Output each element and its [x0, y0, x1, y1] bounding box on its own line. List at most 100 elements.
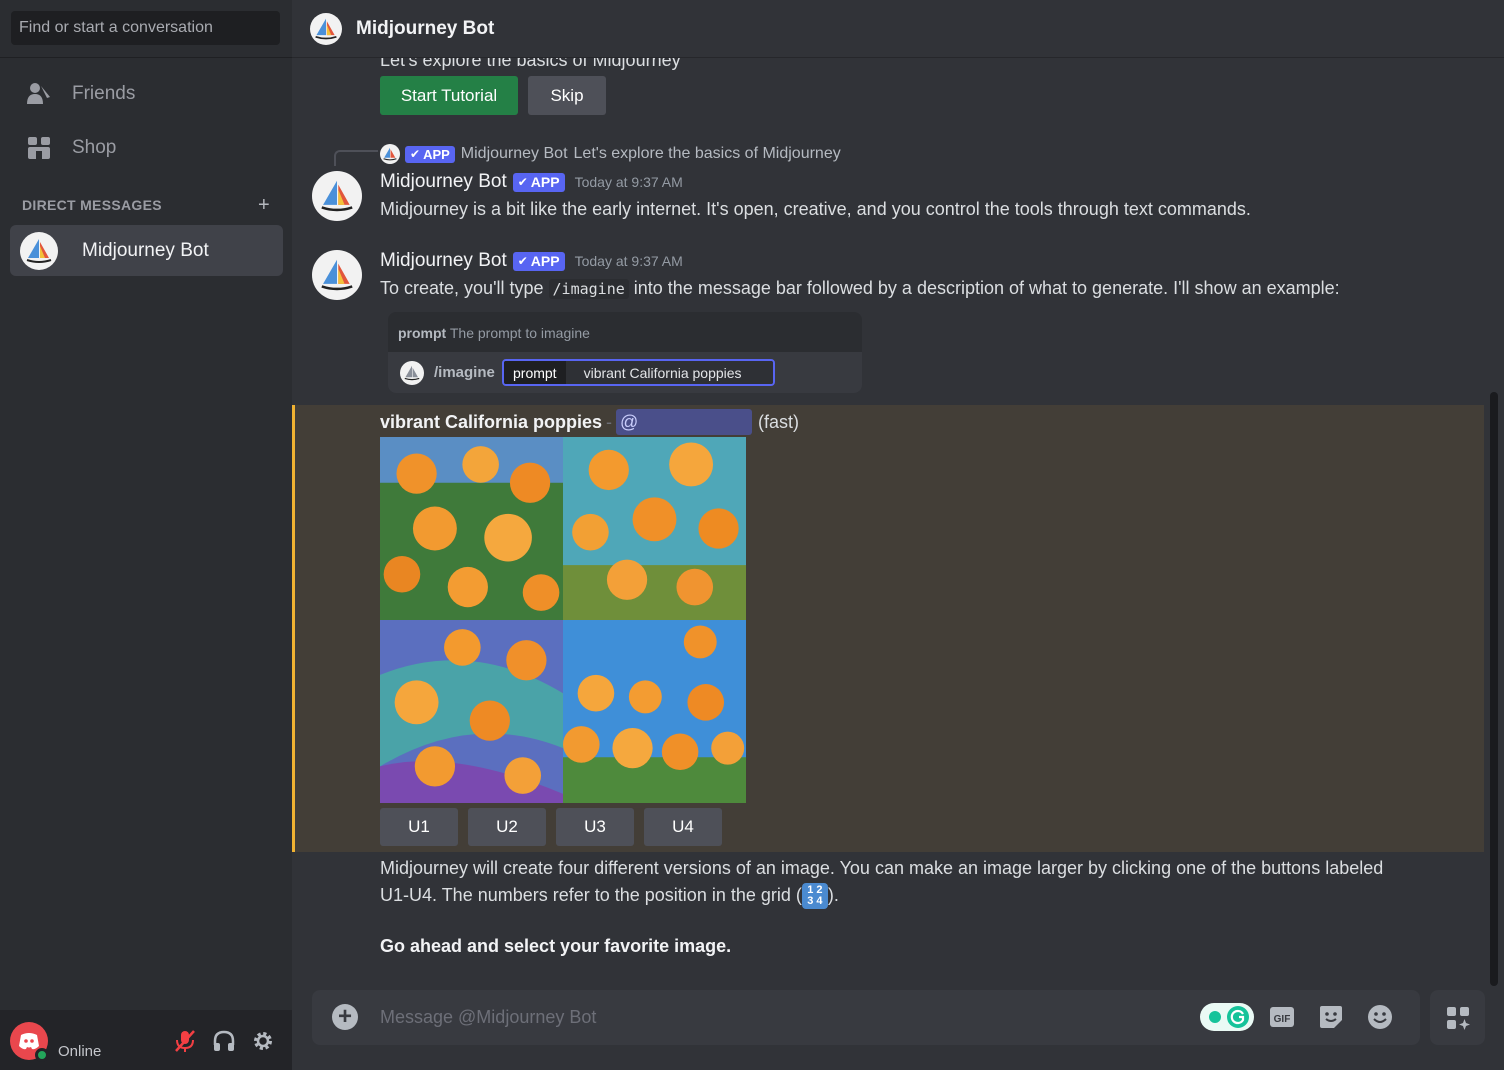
message-text-part: into the message bar followed by a descr…: [628, 278, 1340, 298]
message-text: Midjourney will create four different ve…: [380, 855, 1430, 910]
friends-icon: [24, 79, 54, 109]
reply-reference[interactable]: ✔ APP Midjourney Bot Let's explore the ba…: [380, 144, 841, 164]
start-tutorial-button[interactable]: Start Tutorial: [380, 76, 518, 115]
grammarly-button[interactable]: [1200, 1002, 1254, 1032]
emoji-icon: [1368, 1005, 1392, 1029]
dm-header: DIRECT MESSAGES +: [22, 194, 270, 217]
reply-text: Let's explore the basics of Midjourney: [573, 145, 841, 162]
separator: -: [606, 411, 613, 432]
nav-item-friends[interactable]: Friends: [10, 71, 282, 117]
apps-icon: [1446, 1006, 1470, 1030]
timestamp: Today at 9:37 AM: [574, 253, 683, 269]
grid-emoji: 1 23 4: [801, 883, 828, 910]
grid-emoji-bottom: 3 4: [807, 895, 823, 908]
message-header: Midjourney Bot ✔ APP Today at 9:37 AM: [380, 171, 683, 193]
sidebar: Find or start a conversation Friends Sho…: [0, 0, 292, 1070]
app-badge: ✔ APP: [512, 172, 565, 192]
upscale-button-u2[interactable]: U2: [468, 808, 546, 846]
skip-button[interactable]: Skip: [528, 76, 606, 115]
app-badge-label: APP: [530, 253, 560, 269]
sticker-icon: [1320, 1006, 1342, 1028]
page-title: Midjourney Bot: [356, 17, 495, 39]
gear-icon: [254, 1032, 272, 1050]
nav-item-label: Friends: [72, 83, 136, 104]
add-icon[interactable]: +: [332, 1004, 358, 1030]
message-list: Let's explore the basics of Midjourney S…: [292, 58, 1504, 983]
image-1[interactable]: [380, 437, 563, 620]
param-value: vibrant California poppies: [565, 361, 773, 384]
hint-key: prompt: [398, 325, 447, 341]
sailboat-icon: [404, 365, 420, 381]
avatar: [400, 361, 424, 385]
sticker-button[interactable]: [1316, 1002, 1346, 1032]
inline-code: /imagine: [548, 279, 629, 299]
message-text-part: Midjourney will create four different ve…: [380, 858, 1384, 878]
scrollbar[interactable]: [1490, 392, 1498, 986]
reply-author: Midjourney Bot: [460, 145, 568, 162]
prompt-text: vibrant California poppies: [380, 411, 603, 432]
gif-button[interactable]: GIF: [1267, 1002, 1297, 1032]
apps-button[interactable]: [1430, 990, 1485, 1045]
message-author[interactable]: Midjourney Bot: [380, 250, 507, 272]
image-2[interactable]: [563, 437, 746, 620]
dm-header-label: DIRECT MESSAGES: [22, 197, 162, 213]
avatar: [20, 231, 58, 270]
hint-text: The prompt to imagine: [449, 325, 590, 341]
gif-icon: GIF: [1270, 1007, 1294, 1027]
command-example: prompt The prompt to imagine /imagine pr…: [388, 312, 862, 393]
dm-item-midjourney-bot[interactable]: Midjourney Bot: [10, 225, 283, 276]
shop-icon: [24, 133, 54, 163]
app-badge: ✔ APP: [405, 145, 455, 163]
reply-connector: [334, 150, 378, 166]
message-text-part: U1-U4. The numbers refer to the position…: [380, 885, 802, 905]
user-mention[interactable]: @: [616, 409, 753, 435]
user-panel: Online: [0, 1010, 292, 1070]
message-header: Midjourney Bot ✔ APP Today at 9:37 AM: [380, 250, 683, 272]
sailboat-icon: [383, 147, 397, 161]
headphones-icon: [213, 1030, 235, 1051]
image-4[interactable]: [563, 620, 746, 803]
avatar: [380, 144, 400, 164]
sailboat-icon: [321, 180, 353, 212]
message-composer: + GIF: [312, 990, 1420, 1045]
command-row: /imagine prompt vibrant California poppi…: [388, 352, 862, 393]
speed-label: (fast): [758, 411, 800, 432]
deafen-button[interactable]: [209, 1026, 239, 1056]
message-text-part: To create, you'll type: [380, 278, 549, 298]
app-badge-label: APP: [530, 174, 560, 190]
message-input[interactable]: [380, 990, 1180, 1045]
avatar[interactable]: [312, 171, 362, 221]
checkmark-icon: ✔: [410, 147, 421, 161]
main-panel: Midjourney Bot Let's explore the basics …: [292, 0, 1504, 1070]
upscale-button-u1[interactable]: U1: [380, 808, 458, 846]
image-3[interactable]: [380, 620, 563, 803]
command-hint: prompt The prompt to imagine: [398, 325, 590, 341]
checkmark-icon: ✔: [517, 254, 528, 268]
upscale-button-u4[interactable]: U4: [644, 808, 722, 846]
avatar[interactable]: [312, 250, 362, 300]
sailboat-icon: [321, 259, 353, 291]
timestamp: Today at 9:37 AM: [574, 174, 683, 190]
message-text: Go ahead and select your favorite image.: [380, 936, 732, 956]
settings-button[interactable]: [248, 1026, 278, 1056]
message-text: To create, you'll type /imagine into the…: [380, 278, 1340, 299]
mute-button[interactable]: [170, 1026, 200, 1056]
dm-item-label: Midjourney Bot: [82, 239, 209, 261]
sailboat-icon: [26, 238, 52, 263]
app-badge: ✔ APP: [512, 251, 565, 271]
image-grid[interactable]: [380, 437, 746, 803]
nav-item-shop[interactable]: Shop: [10, 125, 282, 171]
svg-text:GIF: GIF: [1274, 1014, 1291, 1025]
create-dm-button[interactable]: +: [258, 194, 270, 217]
message-author[interactable]: Midjourney Bot: [380, 171, 507, 193]
emoji-button[interactable]: [1365, 1002, 1395, 1032]
generation-header: vibrant California poppies - @ (fast): [380, 409, 799, 435]
search-input[interactable]: Find or start a conversation: [11, 11, 280, 45]
app-badge-label: APP: [423, 146, 450, 162]
status-indicator: [35, 1048, 49, 1062]
command-param: prompt vibrant California poppies: [502, 359, 775, 386]
upscale-button-u3[interactable]: U3: [556, 808, 634, 846]
message-text: Let's explore the basics of Midjourney: [380, 58, 681, 70]
avatar: [310, 12, 342, 45]
command-name: /imagine: [434, 364, 495, 381]
